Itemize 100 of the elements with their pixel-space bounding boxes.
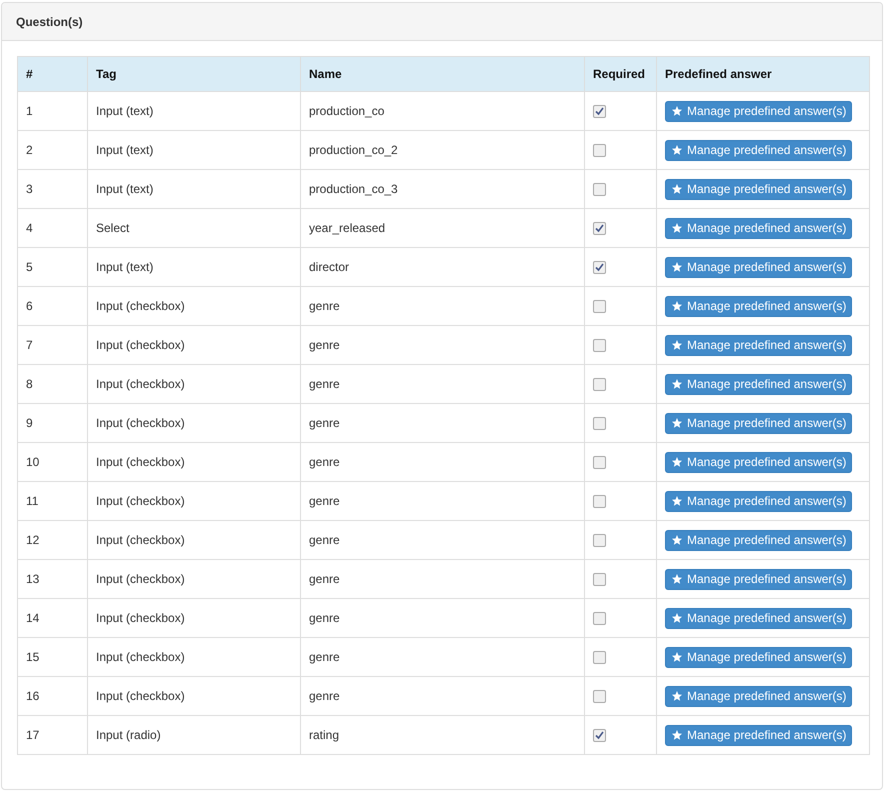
table-cell: director <box>300 248 584 286</box>
checkbox[interactable] <box>593 651 606 664</box>
star-icon <box>671 456 683 468</box>
table-cell: 10 <box>18 442 88 482</box>
manage-answers-button[interactable]: Manage predefined answer(s) <box>665 412 852 434</box>
manage-answers-button[interactable]: Manage predefined answer(s) <box>665 452 852 472</box>
column-header: Tag <box>88 56 300 92</box>
table-cell: year_released <box>300 208 584 248</box>
star-icon <box>671 534 683 546</box>
table-cell: 6 <box>18 286 88 326</box>
manage-answers-button[interactable]: Manage predefined answer(s) <box>665 568 852 590</box>
table-cell: 12 <box>18 520 88 560</box>
manage-answers-button[interactable]: Manage predefined answer(s) <box>665 530 852 550</box>
star-icon <box>671 144 683 156</box>
table-cell: Input (checkbox) <box>88 560 300 598</box>
table-cell: Input (text) <box>88 130 300 170</box>
star-icon <box>671 495 683 507</box>
star-icon <box>671 183 683 195</box>
manage-answers-button[interactable]: Manage predefined answer(s) <box>665 100 852 122</box>
column-header: Required <box>584 56 656 92</box>
table-cell: Input (checkbox) <box>88 286 300 326</box>
table-cell: 4 <box>18 208 88 248</box>
manage-answers-button[interactable]: Manage predefined answer(s) <box>665 724 852 746</box>
star-icon <box>671 612 683 624</box>
table-cell: 17 <box>18 716 88 754</box>
table-cell: 3 <box>18 170 88 208</box>
checkbox[interactable] <box>593 456 606 470</box>
checkbox[interactable] <box>593 417 606 430</box>
checkbox[interactable] <box>593 222 606 236</box>
table-cell: 14 <box>18 598 88 638</box>
table-cell: Input (checkbox) <box>88 598 300 638</box>
star-icon <box>671 300 683 312</box>
table-cell: genre <box>300 520 584 560</box>
checkbox[interactable] <box>593 105 606 118</box>
manage-answers-button[interactable]: Manage predefined answer(s) <box>665 296 852 316</box>
table-cell: Input (checkbox) <box>88 442 300 482</box>
star-icon <box>671 573 683 585</box>
table-cell: Input (text) <box>88 170 300 208</box>
table-cell: 1 <box>18 92 88 130</box>
checkbox[interactable] <box>593 144 606 158</box>
table-cell: Input (checkbox) <box>88 326 300 364</box>
table-cell: 2 <box>18 130 88 170</box>
checkbox[interactable] <box>593 690 606 704</box>
table-cell: 15 <box>18 638 88 676</box>
table-cell: production_co <box>300 92 584 130</box>
table-cell: production_co_2 <box>300 130 584 170</box>
table-cell: 8 <box>18 364 88 404</box>
table-cell: 7 <box>18 326 88 364</box>
star-icon <box>671 690 683 702</box>
star-icon <box>671 651 683 663</box>
manage-answers-button[interactable]: Manage predefined answer(s) <box>665 686 852 706</box>
manage-answers-button[interactable]: Manage predefined answer(s) <box>665 256 852 278</box>
checkbox[interactable] <box>593 300 606 314</box>
checkbox[interactable] <box>593 378 606 392</box>
star-icon <box>671 339 683 351</box>
table-cell: genre <box>300 364 584 404</box>
table-cell: 9 <box>18 404 88 442</box>
manage-answers-button[interactable]: Manage predefined answer(s) <box>665 140 852 160</box>
table-cell: Input (checkbox) <box>88 364 300 404</box>
table-cell: Input (text) <box>88 92 300 130</box>
table-cell: production_co_3 <box>300 170 584 208</box>
star-icon <box>671 261 683 273</box>
manage-answers-button[interactable]: Manage predefined answer(s) <box>665 178 852 200</box>
table-cell: Input (text) <box>88 248 300 286</box>
column-header: Name <box>300 56 584 92</box>
column-header: # <box>18 56 88 92</box>
table-cell: genre <box>300 638 584 676</box>
table-cell: genre <box>300 442 584 482</box>
manage-answers-button[interactable]: Manage predefined answer(s) <box>665 608 852 628</box>
checkbox[interactable] <box>593 612 606 626</box>
table-cell: genre <box>300 482 584 520</box>
table-cell: genre <box>300 286 584 326</box>
star-icon <box>671 417 683 429</box>
checkbox[interactable] <box>593 573 606 586</box>
manage-answers-button[interactable]: Manage predefined answer(s) <box>665 646 852 668</box>
checkbox[interactable] <box>593 495 606 508</box>
table-cell: Input (checkbox) <box>88 482 300 520</box>
table-cell: genre <box>300 676 584 716</box>
checkbox[interactable] <box>593 261 606 274</box>
manage-answers-button[interactable]: Manage predefined answer(s) <box>665 218 852 238</box>
table-cell: Select <box>88 208 300 248</box>
table-cell: Input (checkbox) <box>88 676 300 716</box>
checkbox[interactable] <box>593 339 606 352</box>
column-header: Predefined answer <box>656 56 870 92</box>
checkbox[interactable] <box>593 183 606 196</box>
manage-answers-button[interactable]: Manage predefined answer(s) <box>665 334 852 356</box>
table-cell: 5 <box>18 248 88 286</box>
star-icon <box>671 729 683 741</box>
checkbox[interactable] <box>593 534 606 548</box>
table-cell: genre <box>300 598 584 638</box>
star-icon <box>671 378 683 390</box>
star-icon <box>671 105 683 117</box>
manage-answers-button[interactable]: Manage predefined answer(s) <box>665 490 852 512</box>
table-cell: Input (radio) <box>88 716 300 754</box>
table-cell: 16 <box>18 676 88 716</box>
manage-answers-button[interactable]: Manage predefined answer(s) <box>665 374 852 394</box>
table-cell: genre <box>300 560 584 598</box>
table-cell: Input (checkbox) <box>88 520 300 560</box>
checkbox[interactable] <box>593 729 606 742</box>
table-cell: 13 <box>18 560 88 598</box>
